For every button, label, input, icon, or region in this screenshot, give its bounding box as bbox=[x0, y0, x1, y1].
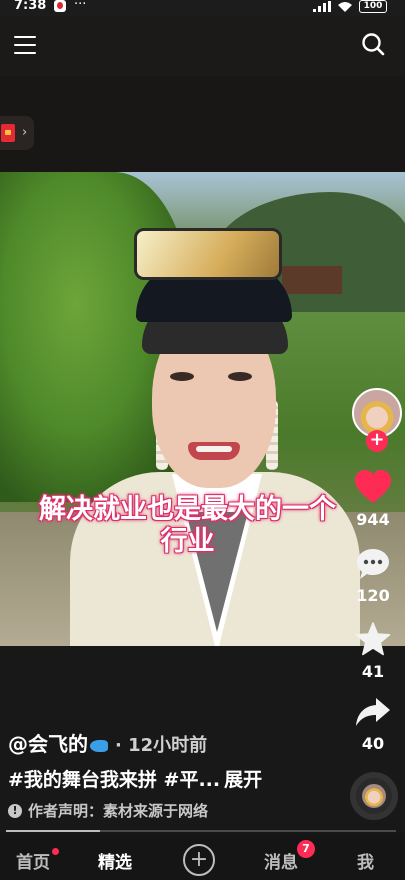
post-time: · 12小时前 bbox=[114, 735, 208, 756]
video-progress-fill bbox=[6, 830, 100, 832]
video-description[interactable]: #我的舞台我来拼 #平... 展开 bbox=[8, 765, 338, 792]
signal-icon bbox=[313, 1, 331, 12]
tab-featured[interactable]: 精选 bbox=[98, 848, 132, 873]
share-icon bbox=[356, 698, 390, 726]
music-disc-icon[interactable] bbox=[350, 772, 398, 820]
video-person bbox=[60, 222, 360, 646]
share-button[interactable]: 40 bbox=[341, 696, 405, 753]
hashtags[interactable]: #我的舞台我来拼 #平... bbox=[8, 769, 220, 791]
top-bar bbox=[0, 16, 405, 76]
info-icon: ! bbox=[8, 803, 22, 818]
like-count: 944 bbox=[356, 510, 390, 529]
star-icon bbox=[355, 622, 391, 656]
red-envelope-icon bbox=[1, 124, 15, 142]
follow-button[interactable]: + bbox=[366, 430, 388, 452]
sunglasses bbox=[134, 228, 282, 280]
share-count: 40 bbox=[361, 734, 385, 753]
subtitle-line-2: 行业 bbox=[160, 526, 215, 557]
search-icon[interactable] bbox=[361, 32, 385, 56]
bottom-nav: 首页 精选 + 消息 7 我 bbox=[0, 834, 405, 880]
subtitle-line-1: 解决就业也是最大的一个 bbox=[39, 494, 336, 525]
expand-link[interactable]: 展开 bbox=[224, 769, 262, 791]
comment-button[interactable]: 120 bbox=[341, 548, 405, 605]
tab-messages[interactable]: 消息 bbox=[264, 848, 298, 873]
fish-emoji-icon bbox=[90, 739, 108, 752]
header-spacer: › bbox=[0, 76, 405, 172]
disclaimer-text: 作者声明：素材来源于网络 bbox=[28, 802, 209, 820]
heart-icon bbox=[355, 470, 391, 503]
comment-icon bbox=[357, 549, 389, 579]
author-disclaimer: ! 作者声明：素材来源于网络 bbox=[8, 800, 338, 821]
video-progress-bar[interactable] bbox=[6, 830, 396, 832]
notification-icon bbox=[54, 0, 66, 12]
more-notifications: ··· bbox=[74, 0, 87, 12]
comment-count: 120 bbox=[356, 586, 390, 605]
status-bar: 7:38 ··· 100 bbox=[0, 0, 405, 16]
create-button[interactable]: + bbox=[183, 844, 215, 876]
author-name[interactable]: @会飞的 bbox=[8, 732, 88, 756]
chevron-right-icon: › bbox=[22, 125, 28, 140]
battery-indicator: 100 bbox=[359, 0, 387, 13]
favorite-count: 41 bbox=[361, 662, 385, 681]
red-envelope-button[interactable]: › bbox=[0, 116, 34, 150]
wifi-icon bbox=[338, 1, 352, 12]
home-notification-dot bbox=[52, 848, 59, 855]
favorite-button[interactable]: 41 bbox=[341, 622, 405, 681]
tab-home[interactable]: 首页 bbox=[16, 848, 50, 873]
video-caption: @会飞的 · 12小时前 #我的舞台我来拼 #平... 展开 ! 作者声明：素材来… bbox=[8, 728, 338, 821]
tab-me[interactable]: 我 bbox=[357, 848, 374, 873]
messages-badge: 7 bbox=[297, 840, 315, 858]
status-time: 7:38 bbox=[14, 0, 47, 13]
author-line: @会飞的 · 12小时前 bbox=[8, 728, 338, 757]
menu-icon[interactable] bbox=[14, 36, 36, 54]
like-button[interactable]: 944 bbox=[341, 470, 405, 529]
